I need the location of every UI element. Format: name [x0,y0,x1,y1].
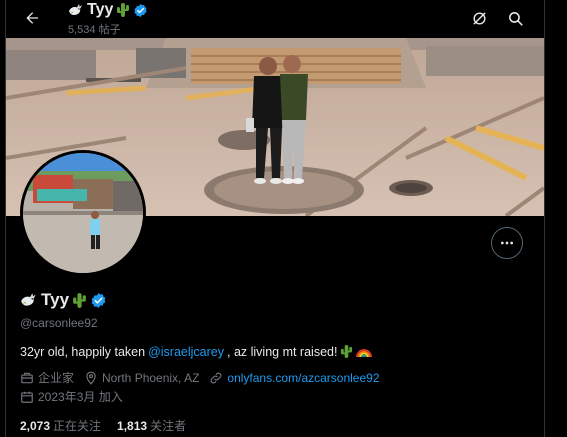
following-link[interactable]: 2,073 正在关注 [20,417,101,434]
search-button[interactable] [503,6,527,30]
cactus-emoji-icon [340,344,353,359]
followers-link[interactable]: 1,813 关注者 [117,417,186,434]
header-title: Tyy [68,1,148,19]
location-item: North Phoenix, AZ [84,371,199,385]
joined-item: 2023年3月 加入 [20,388,123,405]
briefcase-icon [21,372,33,383]
grok-slash-icon [472,11,486,25]
following-label: 正在关注 [53,419,102,433]
search-icon [508,11,523,26]
back-button[interactable] [20,6,44,30]
profile-meta: 企业家 North Phoenix, AZ onlyfans.com/azcar… [20,369,390,386]
profile-handle: @carsonlee92 [20,316,98,330]
calendar-icon [21,391,33,403]
dove-emoji-icon [20,292,38,308]
post-count: 5,534 帖子 [68,24,121,36]
profession-item: 企业家 [20,369,74,386]
profession-label: 企业家 [38,371,75,385]
bio-text-suffix: , az living mt raised! [227,344,338,359]
website-item: onlyfans.com/azcarsonlee92 [209,371,380,385]
profile-header-bar: Tyy 5,534 帖子 [6,0,544,36]
bio-text-prefix: 32yr old, happily taken [20,344,146,359]
verified-badge-icon[interactable] [133,3,148,18]
profile-name-row: Tyy [20,290,107,310]
followers-count: 1,813 [117,419,148,433]
profile-page: Tyy 5,534 帖子 Tyy @carsonlee92 32yr old, … [0,0,567,437]
more-horizontal-icon [501,241,513,245]
header-display-name: Tyy [87,1,114,18]
location-label: North Phoenix, AZ [102,370,200,385]
location-pin-icon [86,371,96,385]
column-border-right [544,0,545,437]
profile-avatar[interactable] [20,150,146,276]
dove-emoji-icon [68,3,84,17]
cactus-emoji-icon [72,292,87,309]
more-options-button[interactable] [491,227,523,259]
bio-mention-link[interactable]: @israeljcarey [148,345,224,359]
follow-stats: 2,073 正在关注 1,813 关注者 [20,417,186,434]
followers-label: 关注者 [150,419,187,433]
profile-display-name: Tyy [41,290,70,309]
grok-button[interactable] [467,6,491,30]
cactus-emoji-icon [116,2,130,18]
verified-badge-icon[interactable] [90,292,107,309]
joined-label: 2023年3月 加入 [38,390,123,404]
website-link[interactable]: onlyfans.com/azcarsonlee92 [227,371,379,385]
link-icon [211,372,222,383]
profile-bio: 32yr old, happily taken @israeljcarey , … [20,344,373,359]
rainbow-emoji-icon [356,346,373,358]
following-count: 2,073 [20,419,51,433]
arrow-left-icon [26,12,38,24]
